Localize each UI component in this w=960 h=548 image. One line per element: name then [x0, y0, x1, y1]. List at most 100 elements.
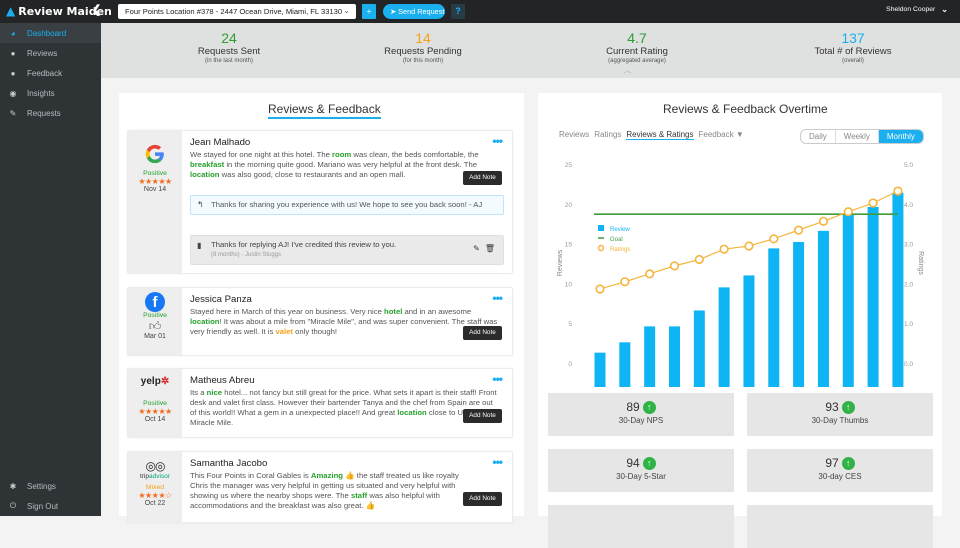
- kpi-value: 93: [825, 400, 839, 414]
- ratings-point: [893, 186, 903, 196]
- stat-requests-pending: 14 Requests Pending (for this month): [343, 31, 503, 65]
- tab-ratings[interactable]: Ratings: [594, 130, 621, 140]
- sidebar-item-settings[interactable]: ✱ Settings: [0, 476, 101, 496]
- sidebar-item-feedback[interactable]: ● Feedback: [0, 63, 101, 83]
- sidebar-item-reviews[interactable]: ● Reviews: [0, 43, 101, 63]
- ratings-point: [719, 244, 729, 254]
- collapse-sidebar-icon[interactable]: ❮: [92, 3, 101, 16]
- kpi-card: [747, 505, 933, 548]
- stat-value: 137: [841, 30, 865, 46]
- trash-icon[interactable]: 🗑: [485, 244, 495, 254]
- period-monthly[interactable]: Monthly: [878, 130, 923, 143]
- bar-review: [594, 352, 606, 387]
- reply-text: Thanks for sharing you experience with u…: [211, 200, 483, 209]
- legend-swatch-ratings: [597, 244, 605, 252]
- bar-review: [619, 342, 631, 387]
- ratings-point: [843, 207, 853, 217]
- ratings-point: [669, 261, 680, 271]
- keyword-highlight: location: [190, 317, 220, 326]
- tab-reviews[interactable]: Reviews: [559, 130, 589, 140]
- stat-label: Requests Sent: [197, 46, 261, 57]
- text-segment: only though!: [292, 327, 338, 336]
- add-note-button[interactable]: Add Note: [463, 409, 502, 423]
- add-note-button[interactable]: Add Note: [463, 171, 502, 185]
- sidebar-item-insights[interactable]: ◉ Insights: [0, 83, 101, 103]
- add-note-button[interactable]: Add Note: [463, 326, 502, 340]
- collapse-stats-icon[interactable]: ︿: [623, 63, 632, 76]
- review-text: This Four Points in Coral Gables is Amaz…: [190, 471, 470, 511]
- help-button[interactable]: ?: [451, 4, 465, 19]
- review-card: ◎◎ tripadvisor Mixed ★★★★☆ Oct 22 Samant…: [127, 451, 513, 523]
- overtime-panel: Reviews & Feedback Overtime Reviews Rati…: [538, 93, 942, 548]
- send-request-button[interactable]: ➤ Send Request: [383, 4, 445, 19]
- arrow-up-icon: ↑: [841, 400, 855, 414]
- stat-value: 24: [221, 30, 237, 46]
- sidebar-item-sign-out[interactable]: ⏻ Sign Out: [0, 496, 101, 516]
- review-meta: f Positive 👍︎ Mar 01: [128, 288, 182, 355]
- sidebar-item-dashboard[interactable]: ◕ Dashboard: [0, 23, 101, 43]
- arrow-up-icon: ↑: [642, 456, 656, 470]
- text-segment: was clean, the beds comfortable, the: [351, 150, 479, 159]
- tab-reviews-ratings[interactable]: Reviews & Ratings: [626, 130, 694, 140]
- bar-review: [693, 310, 705, 387]
- sidebar-item-label: Insights: [27, 88, 55, 98]
- y2-tick-label: 3.0: [904, 242, 913, 249]
- review-meta: yelp✲ Positive ★★★★★ Oct 14: [128, 369, 182, 437]
- text-segment: in the morning quite good. Mariano was v…: [224, 160, 478, 169]
- sidebar-item-label: Sign Out: [27, 501, 59, 511]
- add-button[interactable]: +: [362, 4, 376, 19]
- review-text: Stayed here in March of this year on bus…: [190, 307, 500, 337]
- edit-icon: ✎: [9, 108, 17, 118]
- kpi-label: 30-day CES: [818, 472, 862, 481]
- tab-feedback-dropdown[interactable]: Feedback ▼: [699, 130, 744, 140]
- reviewer-name: Jean Malhado: [190, 137, 251, 148]
- kpi-label: 30-Day NPS: [618, 416, 664, 425]
- kpi-value: 89: [626, 400, 640, 414]
- review-date: Oct 22: [144, 500, 166, 507]
- period-weekly[interactable]: Weekly: [836, 130, 879, 143]
- y-tick-label: 20: [565, 202, 573, 209]
- stat-value: 14: [415, 30, 431, 46]
- kpi-card: [548, 505, 734, 548]
- legend-label-ratings: Ratings: [610, 247, 630, 253]
- facebook-icon: f: [145, 292, 165, 312]
- y-tick-label: 0: [568, 361, 572, 368]
- arrow-up-icon: ↑: [642, 400, 656, 414]
- period-daily[interactable]: Daily: [801, 130, 836, 143]
- sentiment-label: Positive: [143, 400, 167, 407]
- more-options-icon[interactable]: •••: [492, 135, 503, 147]
- kpi-ces: 97 ↑ 30-day CES: [747, 449, 933, 492]
- user-name: Sheldon Cooper: [886, 6, 936, 13]
- chart-tabs: Reviews Ratings Reviews & Ratings Feedba…: [559, 130, 744, 140]
- more-options-icon[interactable]: •••: [492, 456, 503, 468]
- text-segment: This Four Points in Coral Gables is: [190, 471, 311, 480]
- user-menu[interactable]: Sheldon Cooper ⌄: [886, 5, 948, 14]
- bar-review: [768, 248, 780, 387]
- location-select[interactable]: Four Points Location #378 - 2447 Ocean D…: [118, 4, 356, 19]
- keyword-highlight: staff: [350, 491, 368, 500]
- gear-icon: ✱: [9, 481, 17, 491]
- panel-title: Reviews & Feedback: [268, 102, 381, 119]
- google-icon: [145, 144, 164, 164]
- yelp-icon: yelp✲: [140, 376, 170, 387]
- edit-note-icon[interactable]: ✎: [473, 244, 480, 254]
- stat-sub: (aggregated average): [608, 58, 666, 64]
- keyword-highlight: hotel: [384, 307, 403, 316]
- stat-label: Total # of Reviews: [814, 46, 892, 57]
- more-options-icon[interactable]: •••: [492, 373, 503, 385]
- review-date: Nov 14: [143, 186, 167, 193]
- more-options-icon[interactable]: •••: [492, 292, 503, 304]
- sidebar-item-label: Requests: [27, 108, 61, 118]
- thumbs-up-icon: 👍︎: [148, 319, 162, 333]
- stat-total-reviews: 137 Total # of Reviews (overall): [773, 31, 933, 65]
- ratings-point: [645, 269, 655, 279]
- sidebar: ◕ Dashboard ● Reviews ● Feedback ◉ Insig…: [0, 23, 101, 516]
- review-date: Mar 01: [144, 333, 166, 340]
- sidebar-item-label: Dashboard: [27, 28, 67, 38]
- kpi-value: 94: [626, 456, 640, 470]
- reviews-feedback-panel: Reviews & Feedback Positive ★★★★★ Nov 14…: [119, 93, 524, 523]
- add-note-button[interactable]: Add Note: [463, 492, 502, 506]
- text-segment: We stayed for one night at this hotel. T…: [190, 150, 333, 159]
- sidebar-item-requests[interactable]: ✎ Requests: [0, 103, 101, 123]
- note-text: Thanks for replying AJ! I've credited th…: [211, 240, 397, 249]
